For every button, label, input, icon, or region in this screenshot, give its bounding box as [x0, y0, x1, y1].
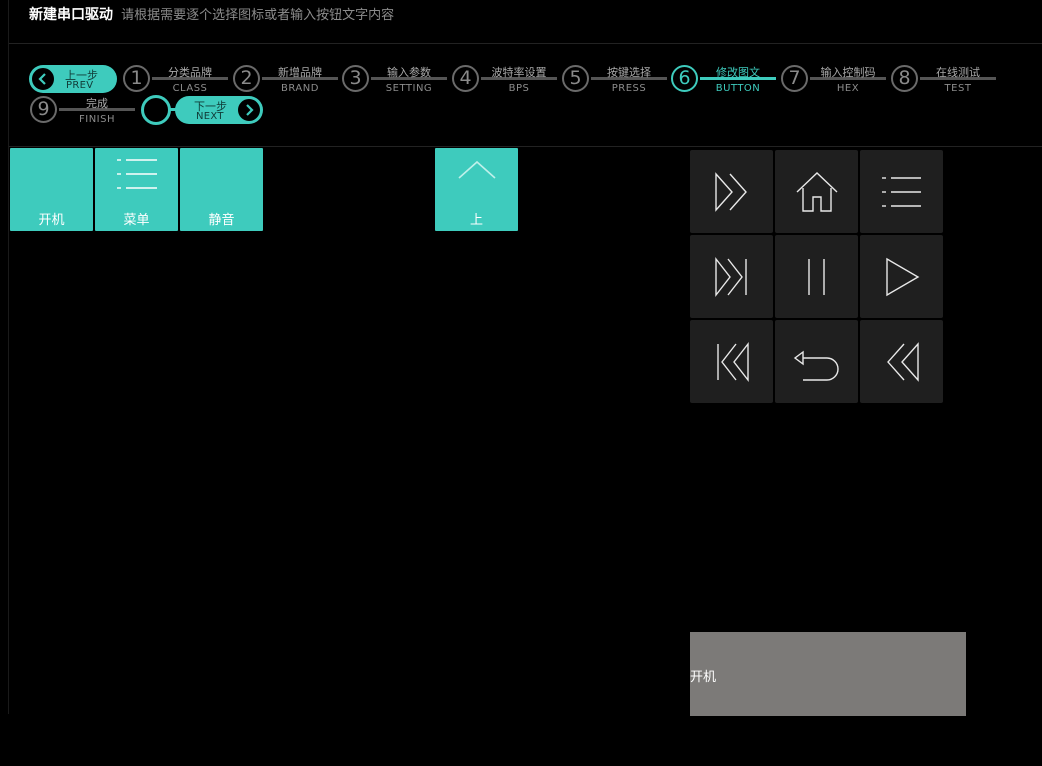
step-label: 输入参数 [387, 66, 431, 79]
step-label: 修改图文 [716, 66, 760, 79]
icon-option-pause[interactable] [775, 235, 858, 318]
step-label: 新增品牌 [278, 66, 322, 79]
step-label-en: BUTTON [715, 83, 761, 94]
pause-icon [807, 258, 825, 295]
step-number: 1 [123, 65, 150, 92]
preview-label: 开机 [690, 670, 717, 685]
step-label: 波特率设置 [491, 66, 547, 79]
icon-option-rewind[interactable] [860, 320, 943, 403]
up-button-label: 上 [469, 213, 483, 228]
home-icon [796, 171, 837, 212]
chevron-left-icon [30, 66, 56, 92]
step-number: 2 [233, 65, 260, 92]
step-label-en: BPS [508, 83, 530, 94]
fast-forward-icon [714, 171, 747, 212]
power-button[interactable]: 开机 [10, 148, 93, 231]
step-label-en: SETTING [385, 83, 433, 94]
chevron-up-icon [457, 160, 496, 179]
menu-button-label: 菜单 [123, 213, 150, 228]
step-test: 8 在线测试 TEST [891, 65, 1026, 97]
step-label-en: FINISH [79, 114, 115, 125]
step-label-en: HEX [836, 83, 860, 94]
rewind-icon [886, 341, 919, 382]
skip-previous-icon [716, 341, 749, 382]
icon-option-fast-forward[interactable] [690, 150, 773, 233]
step-label: 按键选择 [607, 66, 651, 79]
icon-option-play[interactable] [860, 235, 943, 318]
page-header: 新建串口驱动 请根据需要逐个选择图标或者输入按钮文字内容 [29, 4, 394, 26]
menu-list-icon [116, 159, 157, 189]
page-title: 新建串口驱动 [29, 7, 113, 23]
next-label-en: NEXT [196, 111, 224, 122]
icon-option-return[interactable] [775, 320, 858, 403]
next-connector [168, 108, 178, 111]
next-button[interactable]: 下一步 NEXT [175, 96, 263, 124]
step-label: 在线测试 [936, 66, 980, 79]
step-label-en: PRESS [611, 83, 647, 94]
step-number: 7 [781, 65, 808, 92]
menu-list-icon [881, 176, 921, 207]
power-button-label: 开机 [38, 213, 65, 228]
divider [9, 146, 1042, 147]
skip-next-icon [714, 256, 747, 297]
up-button[interactable]: 上 [435, 148, 518, 231]
menu-button[interactable]: 菜单 [95, 148, 178, 231]
step-label: 输入控制码 [820, 66, 876, 79]
icon-option-menu[interactable] [860, 150, 943, 233]
step-label: 完成 [86, 97, 108, 110]
prev-label-en: PREV [66, 80, 94, 91]
step-number: 4 [452, 65, 479, 92]
step-label-en: BRAND [281, 83, 319, 94]
icon-option-skip-previous[interactable] [690, 320, 773, 403]
mute-button[interactable]: 静音 [180, 148, 263, 231]
next-step-circle [141, 95, 171, 125]
step-label-en: TEST [944, 83, 972, 94]
chevron-right-icon [236, 97, 262, 123]
icon-option-home[interactable] [775, 150, 858, 233]
button-preview: 开机 [690, 632, 966, 716]
step-number: 5 [562, 65, 589, 92]
prev-button[interactable]: 上一步 PREV [29, 65, 117, 93]
step-label-en: CLASS [172, 83, 208, 94]
page-subtitle: 请根据需要逐个选择图标或者输入按钮文字内容 [121, 8, 395, 23]
step-number: 3 [342, 65, 369, 92]
play-icon [885, 257, 919, 296]
return-icon [793, 350, 839, 381]
step-number: 8 [891, 65, 918, 92]
step-number: 9 [30, 96, 57, 123]
mute-button-label: 静音 [208, 213, 235, 228]
icon-option-skip-next[interactable] [690, 235, 773, 318]
divider [9, 43, 1042, 44]
step-label: 分类品牌 [168, 66, 212, 79]
step-number: 6 [671, 65, 698, 92]
